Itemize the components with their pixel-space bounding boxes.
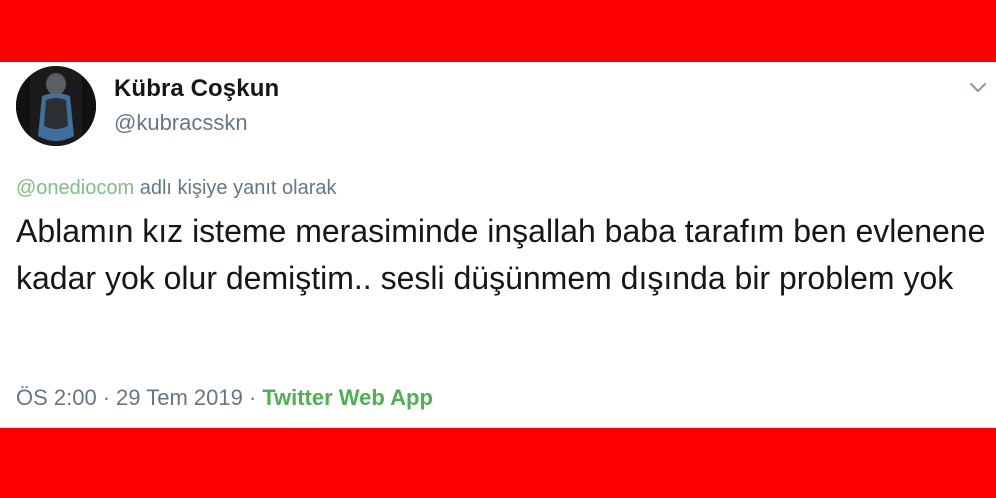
reply-context: @onediocom adlı kişiye yanıt olarak [16, 177, 336, 200]
author-name[interactable]: Kübra Coşkun [114, 75, 279, 103]
frame-bottom-band [0, 428, 996, 498]
frame-top-band [0, 0, 996, 62]
meta-separator: · [102, 385, 111, 410]
tweet-card: Kübra Coşkun @kubracsskn @onediocom adlı… [0, 62, 996, 428]
author-handle[interactable]: @kubracsskn [114, 110, 248, 136]
meta-separator-2: · [248, 385, 257, 410]
chevron-down-icon[interactable] [968, 80, 988, 96]
tweet-text: Ablamın kız isteme merasiminde inşallah … [16, 213, 986, 296]
reply-mention-link[interactable]: @onediocom [16, 177, 134, 199]
reply-context-text: adlı kişiye yanıt olarak [139, 177, 337, 199]
tweet-meta: ÖS 2:00 · 29 Tem 2019 · Twitter Web App [16, 385, 433, 411]
tweet-date[interactable]: 29 Tem 2019 [116, 385, 243, 410]
avatar[interactable] [16, 66, 96, 146]
tweet-time[interactable]: ÖS 2:00 [16, 385, 97, 410]
avatar-image [16, 66, 96, 146]
tweet-source[interactable]: Twitter Web App [262, 385, 433, 410]
